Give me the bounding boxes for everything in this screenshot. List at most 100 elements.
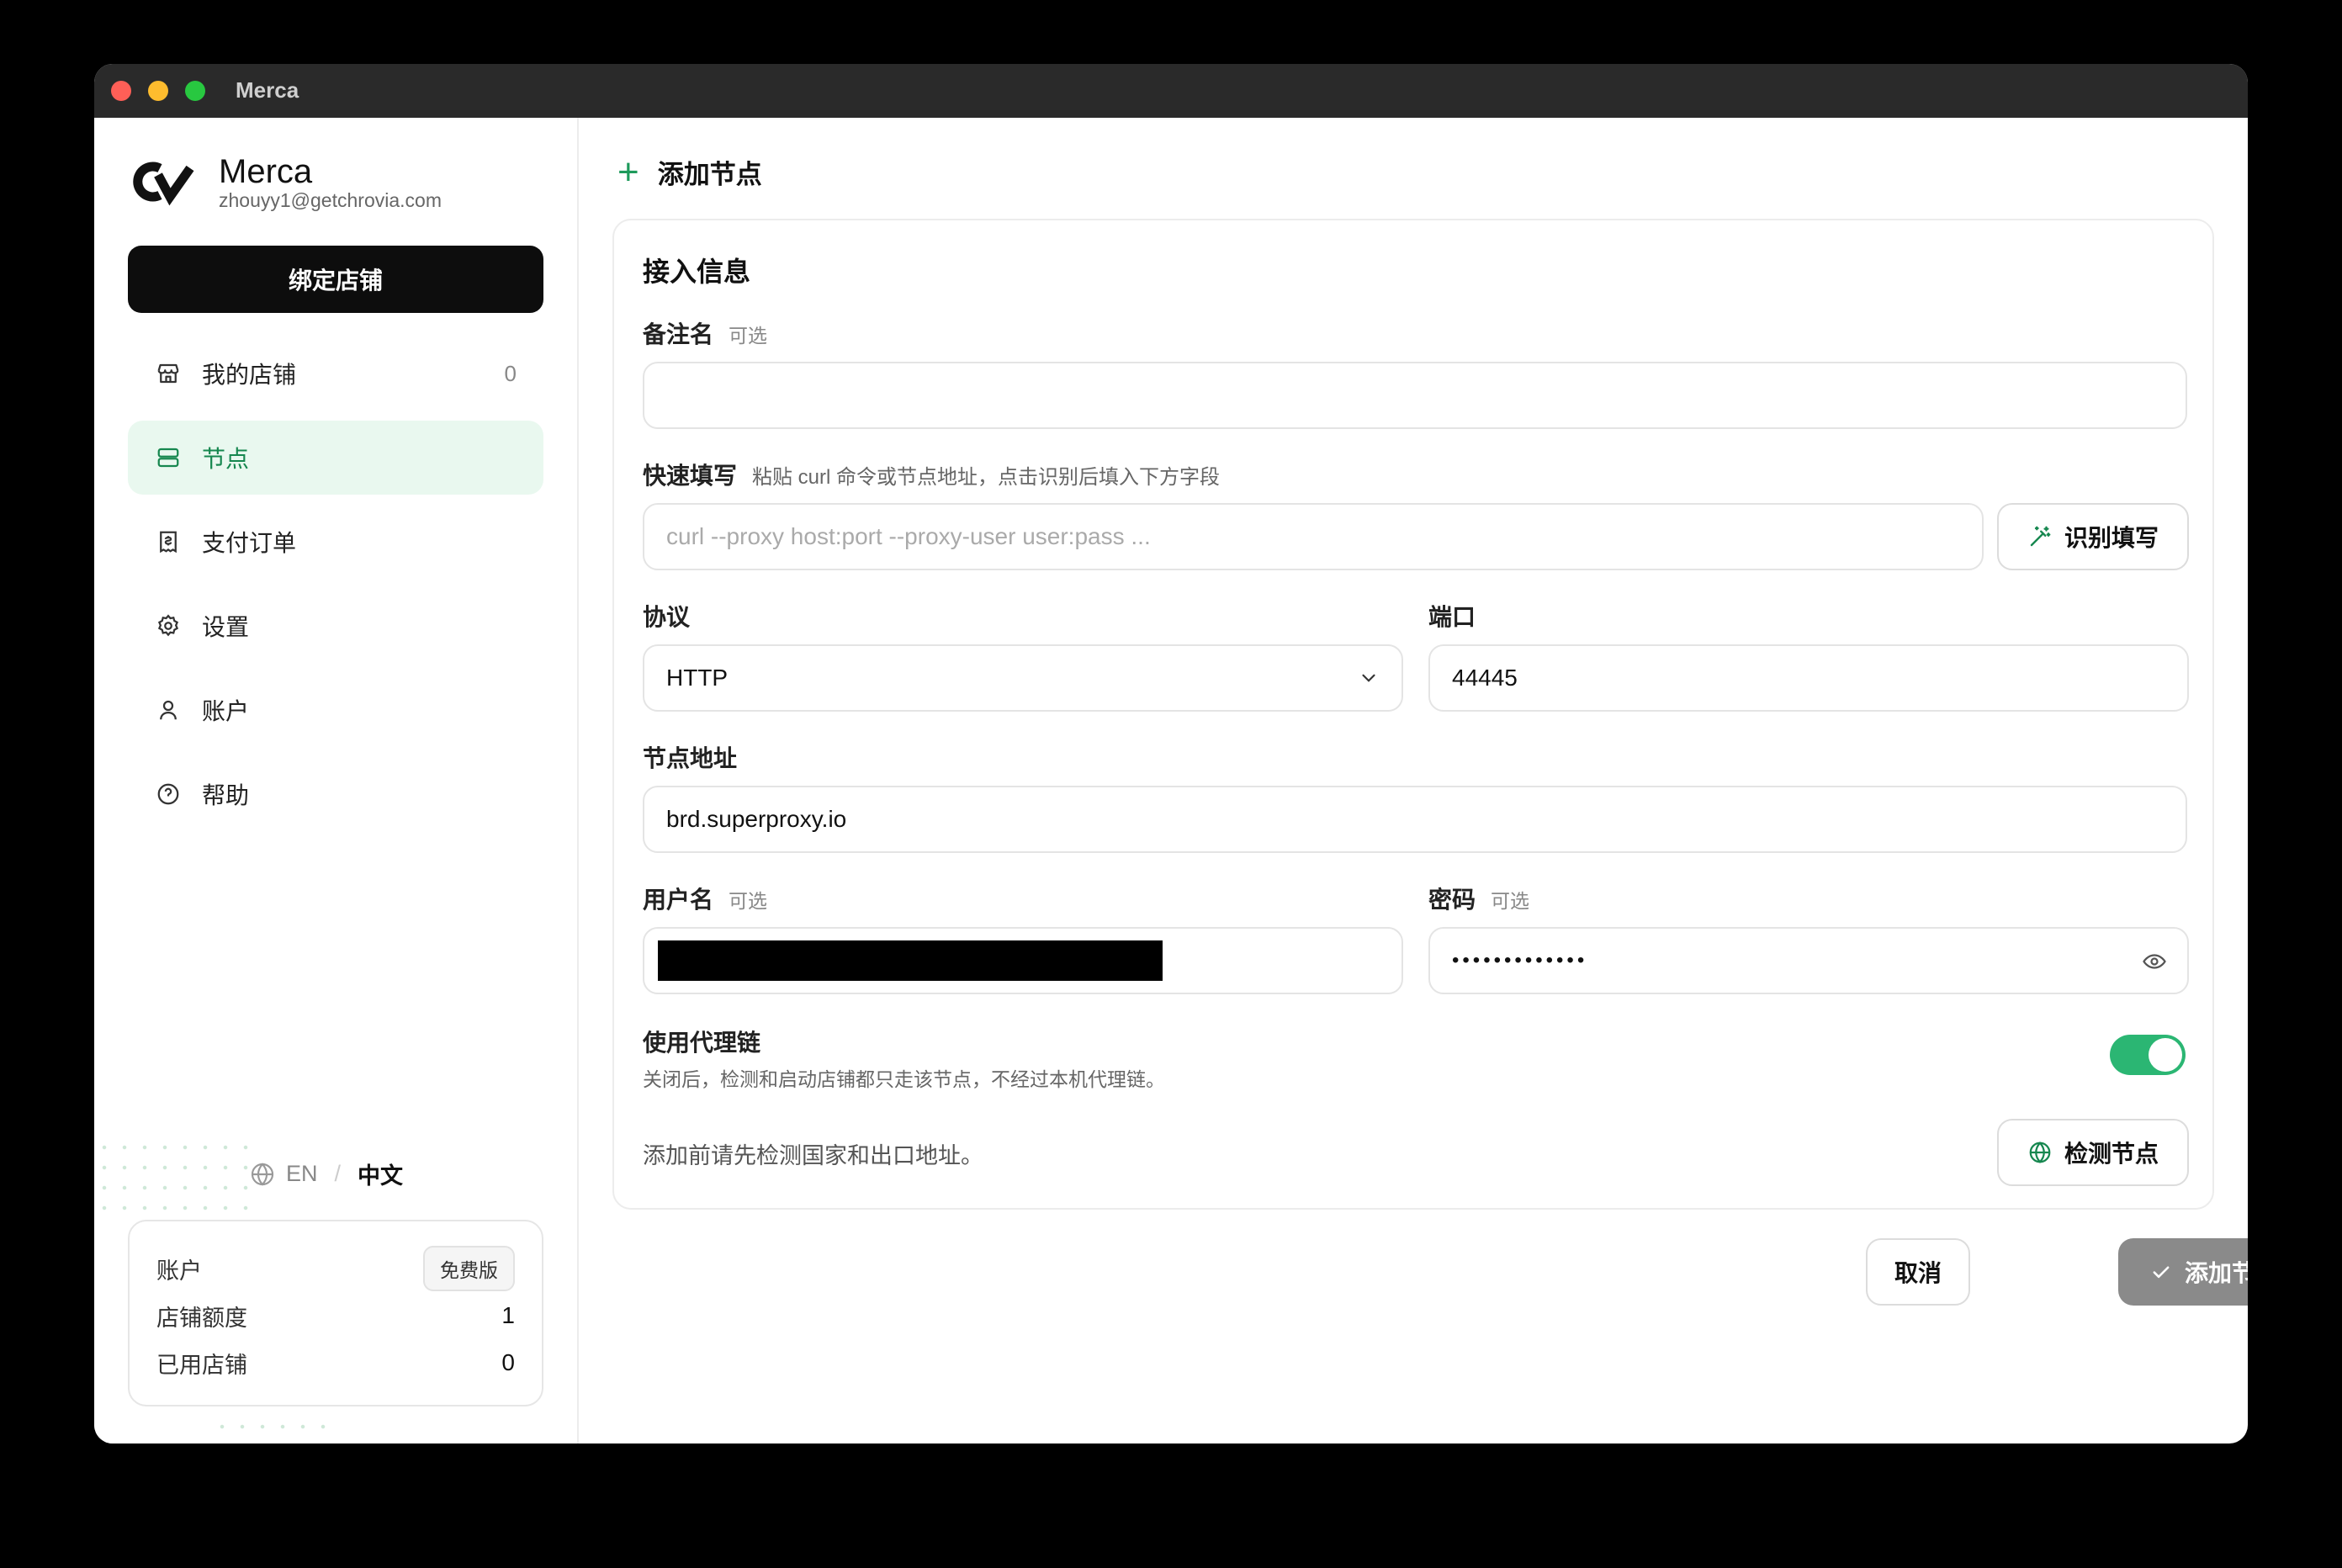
username-label-text: 用户名 [643, 887, 714, 913]
main-content: + 添加节点 接入信息 备注名 可选 快速填写 粘贴 curl 命令或节点地址，… [579, 118, 2248, 1444]
user-icon [155, 697, 182, 723]
password-input[interactable]: ••••••••••••• [1428, 927, 2189, 994]
store-count: 0 [504, 360, 517, 386]
quick-fill-hint: 粘贴 curl 命令或节点地址，点击识别后填入下方字段 [752, 466, 1221, 489]
globe-icon [2027, 1140, 2053, 1165]
port-label: 端口 [1428, 599, 1476, 633]
cancel-button[interactable]: 取消 [1866, 1238, 1970, 1306]
account-label: 账户 [156, 1258, 202, 1284]
plus-icon: + [617, 151, 639, 193]
optional-tag: 可选 [1491, 890, 1530, 912]
bind-store-button[interactable]: 绑定店铺 [128, 246, 543, 313]
protocol-label-text: 协议 [643, 604, 691, 630]
check-node-button[interactable]: 检测节点 [1997, 1119, 2189, 1186]
store-quota-row: 店铺额度 1 [156, 1292, 515, 1339]
sidebar: Merca zhouyy1@getchrovia.com 绑定店铺 我的店铺 0… [94, 118, 579, 1444]
protocol-value: HTTP [666, 665, 729, 691]
quick-fill-input[interactable]: curl --proxy host:port --proxy-user user… [643, 503, 1984, 570]
sidebar-item-label: 支付订单 [202, 530, 297, 556]
window-title: Merca [236, 77, 299, 103]
lang-zh-option[interactable]: 中文 [358, 1157, 403, 1190]
remark-label-text: 备注名 [643, 321, 714, 347]
quick-fill-placeholder: curl --proxy host:port --proxy-user user… [666, 523, 1151, 549]
optional-tag: 可选 [729, 325, 768, 347]
sidebar-item-label: 设置 [202, 614, 250, 640]
store-icon [155, 360, 182, 387]
username-input[interactable] [643, 927, 1403, 994]
sidebar-item-payment-orders[interactable]: 支付订单 [128, 505, 543, 579]
card-title: 接入信息 [643, 257, 751, 287]
magic-wand-icon [2027, 524, 2053, 549]
lang-en-option[interactable]: EN [286, 1161, 318, 1187]
check-node-label: 检测节点 [2064, 1141, 2159, 1167]
add-node-label: 添加节点 [2184, 1260, 2248, 1286]
brand: Merca zhouyy1@getchrovia.com [126, 153, 442, 210]
protocol-select[interactable]: HTTP [643, 644, 1403, 712]
quota-value: 1 [501, 1302, 515, 1328]
language-switcher: EN / 中文 [249, 1157, 403, 1190]
node-address-input[interactable]: brd.superproxy.io [643, 786, 2187, 853]
remark-input[interactable] [643, 362, 2187, 429]
sidebar-item-settings[interactable]: 设置 [128, 589, 543, 663]
proxy-chain-label: 使用代理链 [643, 1030, 761, 1056]
help-icon [155, 781, 182, 808]
proxy-chain-toggle[interactable] [2110, 1035, 2186, 1075]
title-bar: Merca [94, 64, 2248, 118]
close-window-button[interactable] [111, 81, 131, 101]
user-email: zhouyy1@getchrovia.com [219, 189, 442, 211]
remark-label: 备注名 可选 [643, 316, 767, 350]
zoom-window-button[interactable] [185, 81, 205, 101]
page-title: + 添加节点 [617, 153, 762, 191]
optional-tag: 可选 [729, 890, 768, 912]
sidebar-item-my-stores[interactable]: 我的店铺 0 [128, 336, 543, 411]
globe-icon [249, 1161, 276, 1188]
sidebar-item-label: 帮助 [202, 782, 250, 808]
account-plan-row: 账户 免费版 [156, 1245, 515, 1292]
port-input[interactable]: 44445 [1428, 644, 2189, 712]
proxy-chain-description: 关闭后，检测和启动店铺都只走该节点，不经过本机代理链。 [643, 1068, 1165, 1090]
sidebar-item-nodes[interactable]: 节点 [128, 421, 543, 495]
gear-icon [155, 612, 182, 639]
sidebar-nav: 我的店铺 0 节点 支付订单 设置 账户 帮助 [128, 336, 543, 841]
quick-fill-label: 快速填写 粘贴 curl 命令或节点地址，点击识别后填入下方字段 [643, 458, 1220, 491]
merca-logo-icon [126, 156, 197, 207]
decorative-dots [212, 1417, 330, 1437]
used-stores-row: 已用店铺 0 [156, 1339, 515, 1386]
address-label: 节点地址 [643, 740, 737, 774]
page-title-text: 添加节点 [657, 160, 762, 189]
plan-badge: 免费版 [423, 1246, 515, 1291]
quick-fill-label-text: 快速填写 [643, 463, 738, 489]
redacted-username [658, 940, 1163, 981]
used-value: 0 [501, 1349, 515, 1375]
sidebar-item-account[interactable]: 账户 [128, 673, 543, 747]
address-label-text: 节点地址 [643, 745, 738, 771]
sidebar-item-help[interactable]: 帮助 [128, 757, 543, 831]
access-info-card: 接入信息 备注名 可选 快速填写 粘贴 curl 命令或节点地址，点击识别后填入… [612, 219, 2214, 1210]
minimize-window-button[interactable] [148, 81, 168, 101]
eye-icon[interactable] [2142, 949, 2167, 974]
sidebar-item-label: 我的店铺 [202, 362, 297, 388]
sidebar-item-label: 节点 [202, 446, 250, 472]
password-label: 密码 可选 [1428, 882, 1529, 915]
recognize-fill-button[interactable]: 识别填写 [1997, 503, 2189, 570]
account-summary-card: 账户 免费版 店铺额度 1 已用店铺 0 [128, 1220, 543, 1406]
receipt-icon [155, 528, 182, 555]
check-icon [2149, 1260, 2173, 1284]
chevron-down-icon [1358, 667, 1380, 689]
decorative-dots [94, 1137, 254, 1218]
check-note: 添加前请先检测国家和出口地址。 [643, 1143, 983, 1168]
quota-label: 店铺额度 [156, 1305, 247, 1331]
add-node-button[interactable]: 添加节点 [2118, 1238, 2248, 1306]
brand-name: Merca [219, 153, 313, 190]
password-label-text: 密码 [1428, 887, 1476, 913]
toggle-knob [2149, 1038, 2182, 1072]
lang-separator: / [334, 1161, 342, 1186]
port-label-text: 端口 [1428, 604, 1476, 630]
app-window: Merca Merca zhouyy1@getchrovia.com 绑定店铺 … [94, 64, 2248, 1444]
username-label: 用户名 可选 [643, 882, 767, 915]
server-icon [155, 444, 182, 471]
sidebar-item-label: 账户 [202, 698, 250, 724]
password-mask: ••••••••••••• [1452, 949, 1588, 972]
protocol-label: 协议 [643, 599, 690, 633]
recognize-fill-label: 识别填写 [2064, 525, 2159, 551]
